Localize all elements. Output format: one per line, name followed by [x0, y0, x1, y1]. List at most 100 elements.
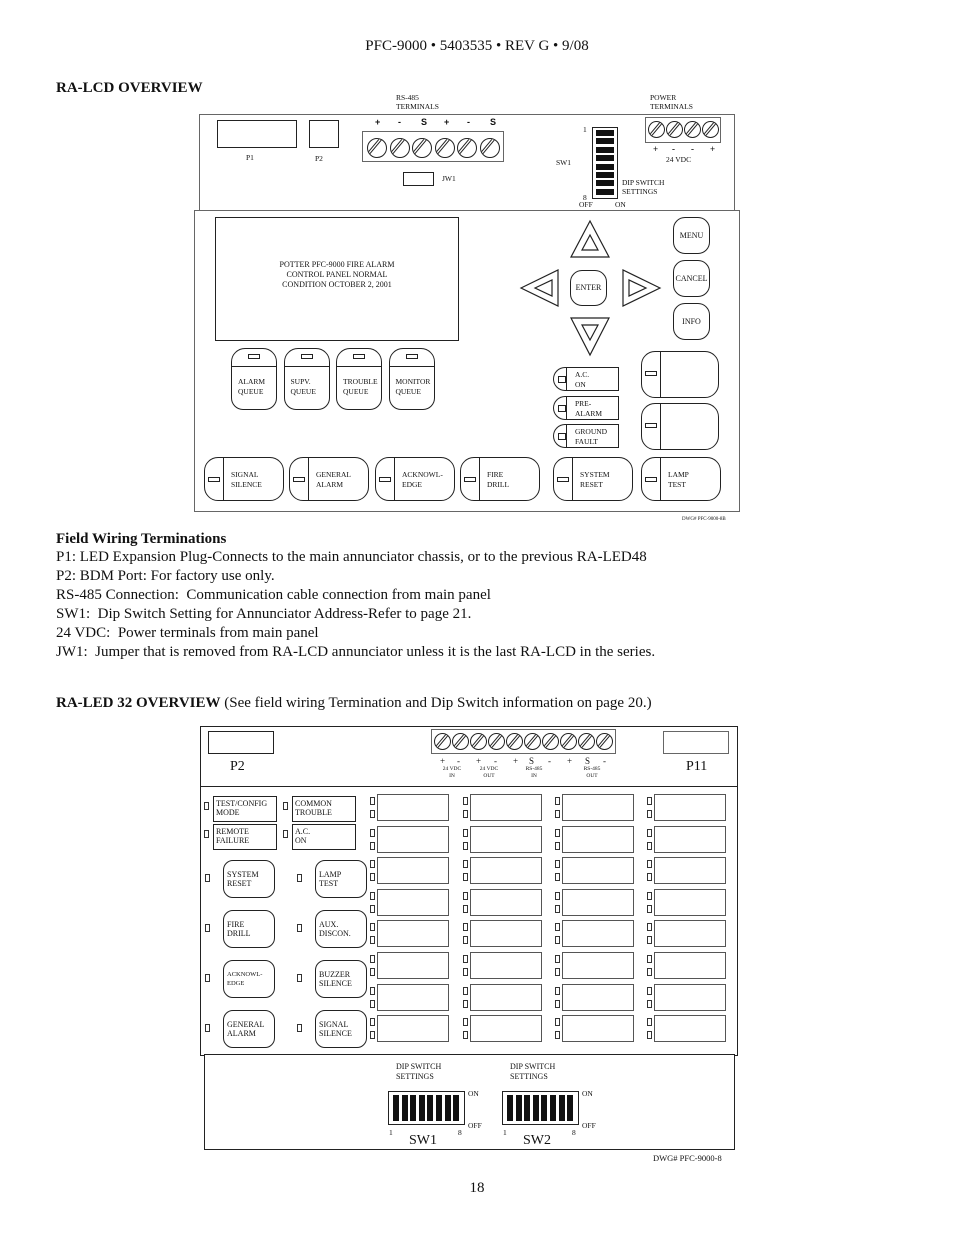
dip-switch-toggle[interactable]: [596, 146, 614, 153]
dip-switch-toggle[interactable]: [596, 163, 614, 170]
led-icon: [647, 1031, 652, 1040]
arrow-right-button[interactable]: [622, 269, 662, 307]
function-button[interactable]: SIGNAL SILENCE: [204, 457, 284, 501]
panel-button[interactable]: GENERAL ALARM: [223, 1010, 275, 1048]
blank-button-2[interactable]: [641, 403, 719, 450]
jw1-jumper[interactable]: [403, 172, 434, 186]
queue-button[interactable]: SUPV. QUEUE: [283, 348, 330, 410]
screw-terminal-icon[interactable]: [596, 733, 613, 750]
panel-button[interactable]: SYSTEM RESET: [223, 860, 275, 898]
blank-button-1[interactable]: [641, 351, 719, 398]
dip-switch-toggle[interactable]: [418, 1095, 425, 1121]
dip-switch-toggle[interactable]: [524, 1095, 531, 1121]
panel-button-label: BUZZER SILENCE: [319, 970, 352, 988]
dip-switch-toggle[interactable]: [550, 1095, 556, 1121]
menu-button[interactable]: MENU: [673, 217, 710, 254]
queue-button[interactable]: TROUBLE QUEUE: [336, 348, 382, 410]
screw-terminal-icon[interactable]: [367, 138, 387, 158]
label-line-1: SYSTEM: [580, 470, 610, 479]
dip-switch-toggle[interactable]: [401, 1095, 408, 1121]
panel-button[interactable]: ACKNOWL- EDGE: [223, 960, 275, 998]
dip-switch-toggle[interactable]: [596, 180, 614, 187]
function-button[interactable]: FIRE DRILL: [460, 457, 540, 501]
dip-on-label: ON: [468, 1089, 479, 1098]
dip-pos-8: 8: [572, 1128, 576, 1137]
dip-switch-toggle[interactable]: [596, 172, 614, 178]
screw-terminal-icon[interactable]: [666, 121, 683, 138]
arrow-left-button[interactable]: [519, 269, 559, 307]
dip-switch-toggle[interactable]: [558, 1095, 565, 1121]
screw-terminal-icon[interactable]: [452, 733, 469, 750]
display-line-2: CONTROL PANEL NORMAL: [286, 270, 388, 279]
screw-terminal-icon[interactable]: [434, 733, 451, 750]
dip-switch-toggle[interactable]: [393, 1095, 399, 1121]
panel-button[interactable]: SIGNAL SILENCE: [315, 1010, 367, 1048]
panel-button[interactable]: BUZZER SILENCE: [315, 960, 367, 998]
screw-terminal-icon[interactable]: [702, 121, 719, 138]
screw-terminal-icon[interactable]: [412, 138, 432, 158]
dip-pos-1: 1: [389, 1128, 393, 1137]
function-button-label: SIGNAL SILENCE: [231, 470, 262, 490]
panel-button[interactable]: AUX. DISCON.: [315, 910, 367, 948]
label-line-2: SILENCE: [319, 979, 352, 988]
screw-terminal-icon[interactable]: [560, 733, 577, 750]
function-button[interactable]: GENERAL ALARM: [289, 457, 369, 501]
led-icon: [463, 891, 468, 900]
function-button[interactable]: LAMP TEST: [641, 457, 721, 501]
zone-label-slot: [562, 1015, 634, 1043]
led-icon: [555, 810, 560, 818]
arrow-down-button[interactable]: [570, 317, 610, 357]
function-button[interactable]: SYSTEM RESET: [553, 457, 633, 501]
label-line-1: GENERAL: [316, 470, 351, 479]
led-icon: [463, 986, 468, 995]
dip-switch-toggle[interactable]: [427, 1095, 434, 1121]
screw-terminal-icon[interactable]: [479, 138, 500, 158]
panel-button[interactable]: FIRE DRILL: [223, 910, 275, 948]
screw-terminal-icon[interactable]: [524, 733, 541, 750]
dip-switch-toggle[interactable]: [532, 1095, 539, 1121]
dip-switch-toggle[interactable]: [596, 188, 614, 195]
arrow-up-button[interactable]: [570, 219, 610, 258]
screw-terminal-icon[interactable]: [470, 733, 487, 750]
dip-switch-toggle[interactable]: [515, 1095, 522, 1121]
label-line-1: ALARM: [238, 377, 266, 386]
dip-switch-toggle[interactable]: [444, 1095, 451, 1121]
panel-button-label: LAMP TEST: [319, 870, 341, 888]
screw-terminal-icon[interactable]: [542, 733, 559, 750]
label-line-2: SETTINGS: [396, 1072, 434, 1081]
indicator-label: GROUND FAULT: [575, 427, 607, 447]
function-button[interactable]: ACKNOWL- EDGE: [375, 457, 455, 501]
led-icon: [370, 797, 375, 805]
dip-switch-toggle[interactable]: [596, 155, 614, 162]
screw-terminal-icon[interactable]: [389, 138, 410, 158]
dip-switch-toggle[interactable]: [596, 138, 614, 145]
queue-button[interactable]: MONITOR QUEUE: [388, 348, 435, 410]
dip-switch-toggle[interactable]: [436, 1095, 442, 1121]
screw-terminal-icon[interactable]: [578, 733, 595, 750]
zone-label-slot: [470, 952, 542, 979]
screw-terminal-icon[interactable]: [648, 121, 665, 138]
enter-button[interactable]: ENTER: [570, 270, 607, 306]
dip-switch-toggle[interactable]: [453, 1095, 460, 1121]
screw-terminal-icon[interactable]: [457, 138, 477, 158]
label-line-1: SIGNAL: [231, 470, 259, 479]
zone-label-slot: [377, 888, 449, 916]
dip-switch-toggle[interactable]: [507, 1095, 513, 1121]
led-icon: [645, 477, 657, 482]
queue-button[interactable]: ALARM QUEUE: [231, 348, 277, 410]
info-button[interactable]: INFO: [673, 303, 710, 340]
screw-terminal-icon[interactable]: [684, 121, 701, 138]
screw-terminal-icon[interactable]: [506, 733, 523, 750]
cancel-button[interactable]: CANCEL: [673, 260, 710, 297]
label-line-1: LAMP: [319, 870, 342, 879]
label-line-1: 24 VDC: [479, 766, 499, 772]
screw-terminal-icon[interactable]: [488, 733, 505, 750]
screw-terminal-icon[interactable]: [434, 138, 455, 158]
dip-switch-toggle[interactable]: [410, 1095, 417, 1121]
led-icon: [647, 968, 652, 976]
panel-button[interactable]: LAMP TEST: [315, 860, 367, 898]
dip-switch-toggle[interactable]: [567, 1095, 574, 1121]
zone-label-slot: [470, 857, 542, 885]
dip-switch-toggle[interactable]: [596, 130, 614, 136]
dip-switch-toggle[interactable]: [541, 1095, 548, 1121]
